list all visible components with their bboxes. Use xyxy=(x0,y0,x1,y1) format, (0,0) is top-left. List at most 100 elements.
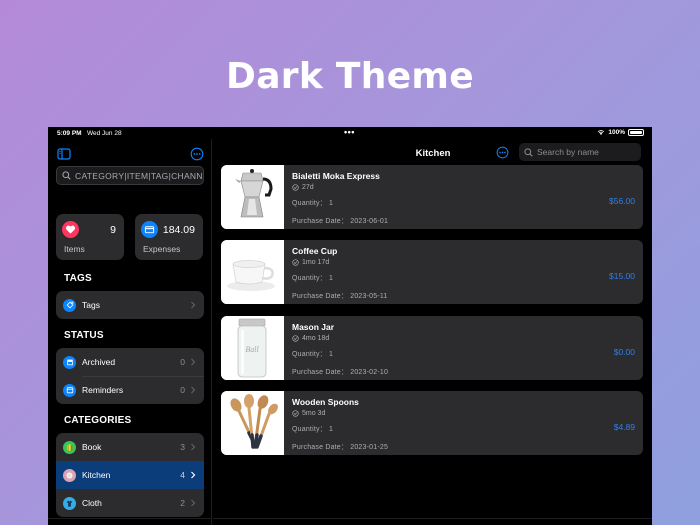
ipad-screen: 5:09 PM Wed Jun 28 ••• 100% CATEGORY|ITE… xyxy=(48,127,652,525)
item-name: Mason Jar xyxy=(292,322,335,332)
sidebar-item-kitchen[interactable]: Kitchen 4 xyxy=(56,461,204,489)
heart-icon xyxy=(62,221,79,238)
sidebar-item-label: Cloth xyxy=(82,498,102,508)
sidebar-search-input[interactable] xyxy=(75,170,203,181)
item-thumbnail xyxy=(221,391,284,455)
hero-title: Dark Theme xyxy=(226,56,474,97)
tag-icon xyxy=(63,298,76,312)
item-name: Coffee Cup xyxy=(292,246,338,256)
sidebar-item-tags[interactable]: Tags xyxy=(56,291,204,319)
clock-icon xyxy=(292,410,299,417)
sidebar-item-label: Book xyxy=(82,442,102,452)
item-thumbnail: Ball xyxy=(221,316,284,380)
list-item[interactable]: Coffee Cup 1mo 17d Quantity： 1 Purchase … xyxy=(221,240,643,304)
item-name: Wooden Spoons xyxy=(292,397,359,407)
items-stat-card[interactable]: 9 Items xyxy=(56,214,124,260)
status-group: Archived 0 Reminders 0 xyxy=(56,348,204,404)
sidebar-item-count: 0 xyxy=(180,357,185,367)
categories-group: Book 3 Kitchen 4 Cloth 2 xyxy=(56,433,204,517)
sidebar-item-cloth[interactable]: Cloth 2 xyxy=(56,489,204,517)
sidebar-item-label: Archived xyxy=(82,357,116,367)
sidebar-item-label: Reminders xyxy=(82,385,124,395)
sidebar-item-label: Kitchen xyxy=(82,470,111,480)
sidebar-item-label: Tags xyxy=(82,300,100,310)
reminder-icon xyxy=(63,383,76,397)
more-options-icon[interactable] xyxy=(496,146,509,159)
status-section-title: STATUS xyxy=(64,330,104,341)
main-search-field[interactable] xyxy=(519,143,641,161)
chevron-right-icon xyxy=(191,443,196,451)
item-price: $0.00 xyxy=(613,347,635,357)
clock-icon xyxy=(292,259,299,266)
list-item[interactable]: Bialetti Moka Express 27d Quantity： 1 Pu… xyxy=(221,165,643,229)
multitasking-dots[interactable]: ••• xyxy=(344,127,355,137)
chevron-right-icon xyxy=(191,358,196,366)
item-purchase-date: Purchase Date： 2023-06-01 xyxy=(292,218,389,225)
sidebar-item-count: 0 xyxy=(180,385,185,395)
chevron-right-icon xyxy=(191,499,196,507)
archive-icon xyxy=(63,355,76,369)
item-price: $56.00 xyxy=(609,196,635,206)
sidebar-item-count: 4 xyxy=(180,470,185,480)
status-bar: 5:09 PM Wed Jun 28 ••• 100% xyxy=(48,127,652,139)
main-search-input[interactable] xyxy=(537,147,637,157)
item-thumbnail xyxy=(221,240,284,304)
sidebar-item-book[interactable]: Book 3 xyxy=(56,433,204,461)
item-age: 27d xyxy=(292,184,314,191)
item-quantity: Quantity： 1 xyxy=(292,200,334,207)
chevron-right-icon xyxy=(191,301,196,309)
item-quantity: Quantity： 1 xyxy=(292,351,334,358)
item-age-value: 5mo 3d xyxy=(302,410,326,417)
sidebar-item-count: 2 xyxy=(180,498,185,508)
item-quantity: Quantity： 1 xyxy=(292,426,334,433)
items-count: 9 xyxy=(110,224,116,236)
clock-icon xyxy=(292,335,299,342)
item-purchase-date: Purchase Date： 2023-02-10 xyxy=(292,369,389,376)
wifi-icon xyxy=(598,130,605,135)
card-icon xyxy=(141,221,158,238)
item-thumbnail xyxy=(221,165,284,229)
battery-icon xyxy=(628,129,644,136)
more-options-icon[interactable] xyxy=(190,147,204,161)
sidebar-item-reminders[interactable]: Reminders 0 xyxy=(56,376,204,404)
search-icon xyxy=(524,147,533,157)
sidebar-bottom-divider xyxy=(48,518,211,519)
main-bottom-divider xyxy=(213,518,652,519)
sidebar-search-field[interactable] xyxy=(56,166,204,185)
chevron-right-icon xyxy=(191,386,196,394)
sidebar-toggle-icon[interactable] xyxy=(57,147,71,161)
sidebar-item-count: 3 xyxy=(180,442,185,452)
item-age: 4mo 18d xyxy=(292,335,329,342)
expenses-label: Expenses xyxy=(143,244,181,254)
status-date: Wed Jun 28 xyxy=(87,130,122,137)
tags-group: Tags xyxy=(56,291,204,319)
list-item[interactable]: Ball Mason Jar 4mo 18d Quantity： 1 Purch… xyxy=(221,316,643,380)
cloth-icon xyxy=(63,496,76,510)
expenses-amount: 184.09 xyxy=(162,224,195,236)
items-label: Items xyxy=(64,244,85,254)
search-icon xyxy=(62,171,71,180)
item-age-value: 4mo 18d xyxy=(302,335,330,342)
svg-text:Ball: Ball xyxy=(245,345,259,354)
clock-icon xyxy=(292,184,299,191)
item-price: $4.89 xyxy=(613,422,635,432)
item-name: Bialetti Moka Express xyxy=(292,171,380,181)
tags-section-title: TAGS xyxy=(64,273,92,284)
item-age: 5mo 3d xyxy=(292,410,325,417)
expenses-stat-card[interactable]: 184.09 Expenses xyxy=(135,214,203,260)
chevron-right-icon xyxy=(191,471,196,479)
list-item[interactable]: Wooden Spoons 5mo 3d Quantity： 1 Purchas… xyxy=(221,391,643,455)
categories-section-title: CATEGORIES xyxy=(64,415,132,426)
item-price: $15.00 xyxy=(609,271,635,281)
item-purchase-date: Purchase Date： 2023-05-11 xyxy=(292,293,388,300)
sidebar: 9 Items 184.09 Expenses TAGS Tags STATUS xyxy=(48,139,212,525)
sidebar-item-archived[interactable]: Archived 0 xyxy=(56,348,204,376)
kitchen-icon xyxy=(63,468,76,482)
status-time: 5:09 PM xyxy=(57,130,82,137)
main-content: Kitchen Search by name Bialetti Moka Exp… xyxy=(213,139,652,525)
book-icon xyxy=(63,440,76,454)
item-purchase-date: Purchase Date： 2023-01-25 xyxy=(292,444,389,451)
status-right: 100% xyxy=(597,129,644,136)
item-age-value: 1mo 17d xyxy=(302,259,330,266)
battery-percent: 100% xyxy=(608,129,625,136)
